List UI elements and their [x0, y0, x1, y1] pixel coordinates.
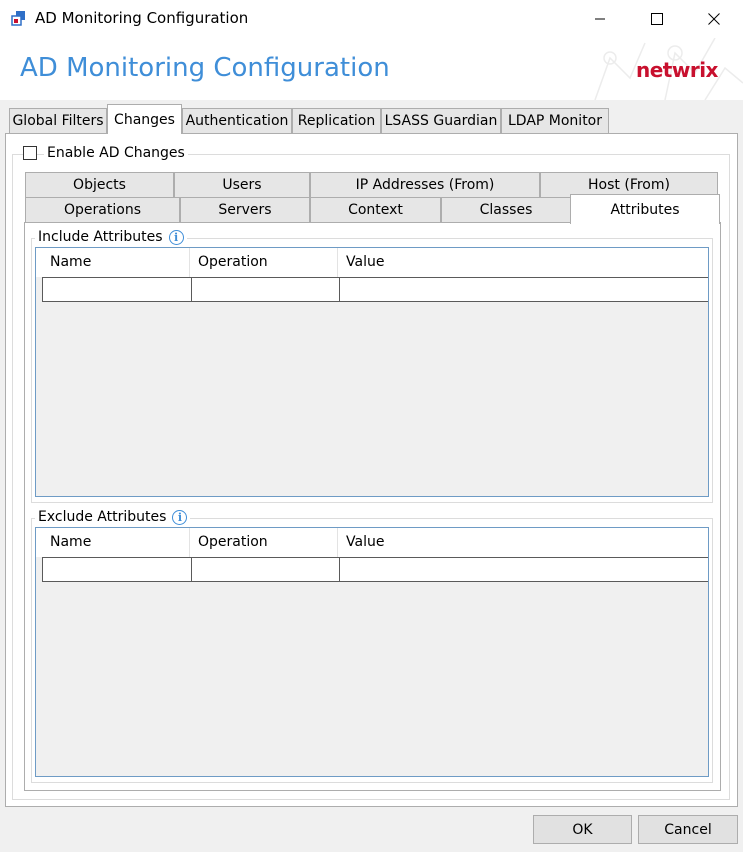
info-icon[interactable]: i — [168, 229, 184, 245]
column-header-operation[interactable]: Operation — [190, 528, 338, 557]
tab-classes[interactable]: Classes — [441, 197, 571, 222]
minimize-icon — [595, 18, 605, 20]
tab-global-filters[interactable]: Global Filters — [9, 108, 107, 133]
cell-value[interactable] — [339, 278, 708, 301]
window-title: AD Monitoring Configuration — [35, 9, 249, 27]
tab-attributes[interactable]: Attributes — [570, 194, 720, 224]
new-row[interactable] — [42, 557, 708, 582]
cell-name[interactable] — [43, 278, 192, 301]
close-button[interactable] — [685, 0, 743, 38]
page-title: AD Monitoring Configuration — [20, 53, 390, 83]
cancel-button[interactable]: Cancel — [638, 815, 738, 844]
cell-operation[interactable] — [191, 558, 340, 581]
grid-header: Name Operation Value — [36, 248, 708, 277]
column-header-value[interactable]: Value — [338, 528, 708, 557]
new-row[interactable] — [42, 277, 708, 302]
header-banner: AD Monitoring Configuration netwrix — [0, 38, 743, 100]
cell-name[interactable] — [43, 558, 192, 581]
column-header-name[interactable]: Name — [42, 528, 190, 557]
enable-ad-changes-checkbox[interactable] — [23, 146, 37, 160]
include-attributes-title: Include Attributes i — [35, 229, 187, 245]
tab-objects[interactable]: Objects — [25, 172, 174, 197]
maximize-icon — [651, 13, 663, 25]
tab-authentication[interactable]: Authentication — [182, 108, 292, 133]
info-icon[interactable]: i — [172, 509, 188, 525]
tab-context[interactable]: Context — [310, 197, 441, 222]
column-header-name[interactable]: Name — [42, 248, 190, 277]
include-attributes-grid: Name Operation Value — [35, 247, 709, 497]
exclude-attributes-grid: Name Operation Value — [35, 527, 709, 777]
column-header-operation[interactable]: Operation — [190, 248, 338, 277]
tab-lsass-guardian[interactable]: LSASS Guardian — [381, 108, 501, 133]
tab-operations[interactable]: Operations — [25, 197, 180, 222]
tab-replication[interactable]: Replication — [292, 108, 381, 133]
cell-operation[interactable] — [191, 278, 340, 301]
tab-changes[interactable]: Changes — [107, 104, 182, 134]
enable-ad-changes-label[interactable]: Enable AD Changes — [44, 145, 188, 161]
app-icon — [11, 10, 27, 26]
minimize-button[interactable] — [571, 0, 629, 38]
exclude-attributes-title: Exclude Attributes i — [35, 509, 191, 525]
brand-logo: netwrix — [636, 58, 718, 82]
include-attributes-label: Include Attributes — [38, 229, 163, 245]
column-header-value[interactable]: Value — [338, 248, 708, 277]
close-icon — [708, 13, 720, 25]
exclude-attributes-label: Exclude Attributes — [38, 509, 167, 525]
ok-button[interactable]: OK — [533, 815, 632, 844]
tab-users[interactable]: Users — [174, 172, 310, 197]
tab-servers[interactable]: Servers — [180, 197, 310, 222]
tab-ldap-monitor[interactable]: LDAP Monitor — [501, 108, 609, 133]
tab-ip-addresses-from[interactable]: IP Addresses (From) — [310, 172, 540, 197]
cell-value[interactable] — [339, 558, 708, 581]
maximize-button[interactable] — [628, 0, 686, 38]
grid-header: Name Operation Value — [36, 528, 708, 557]
